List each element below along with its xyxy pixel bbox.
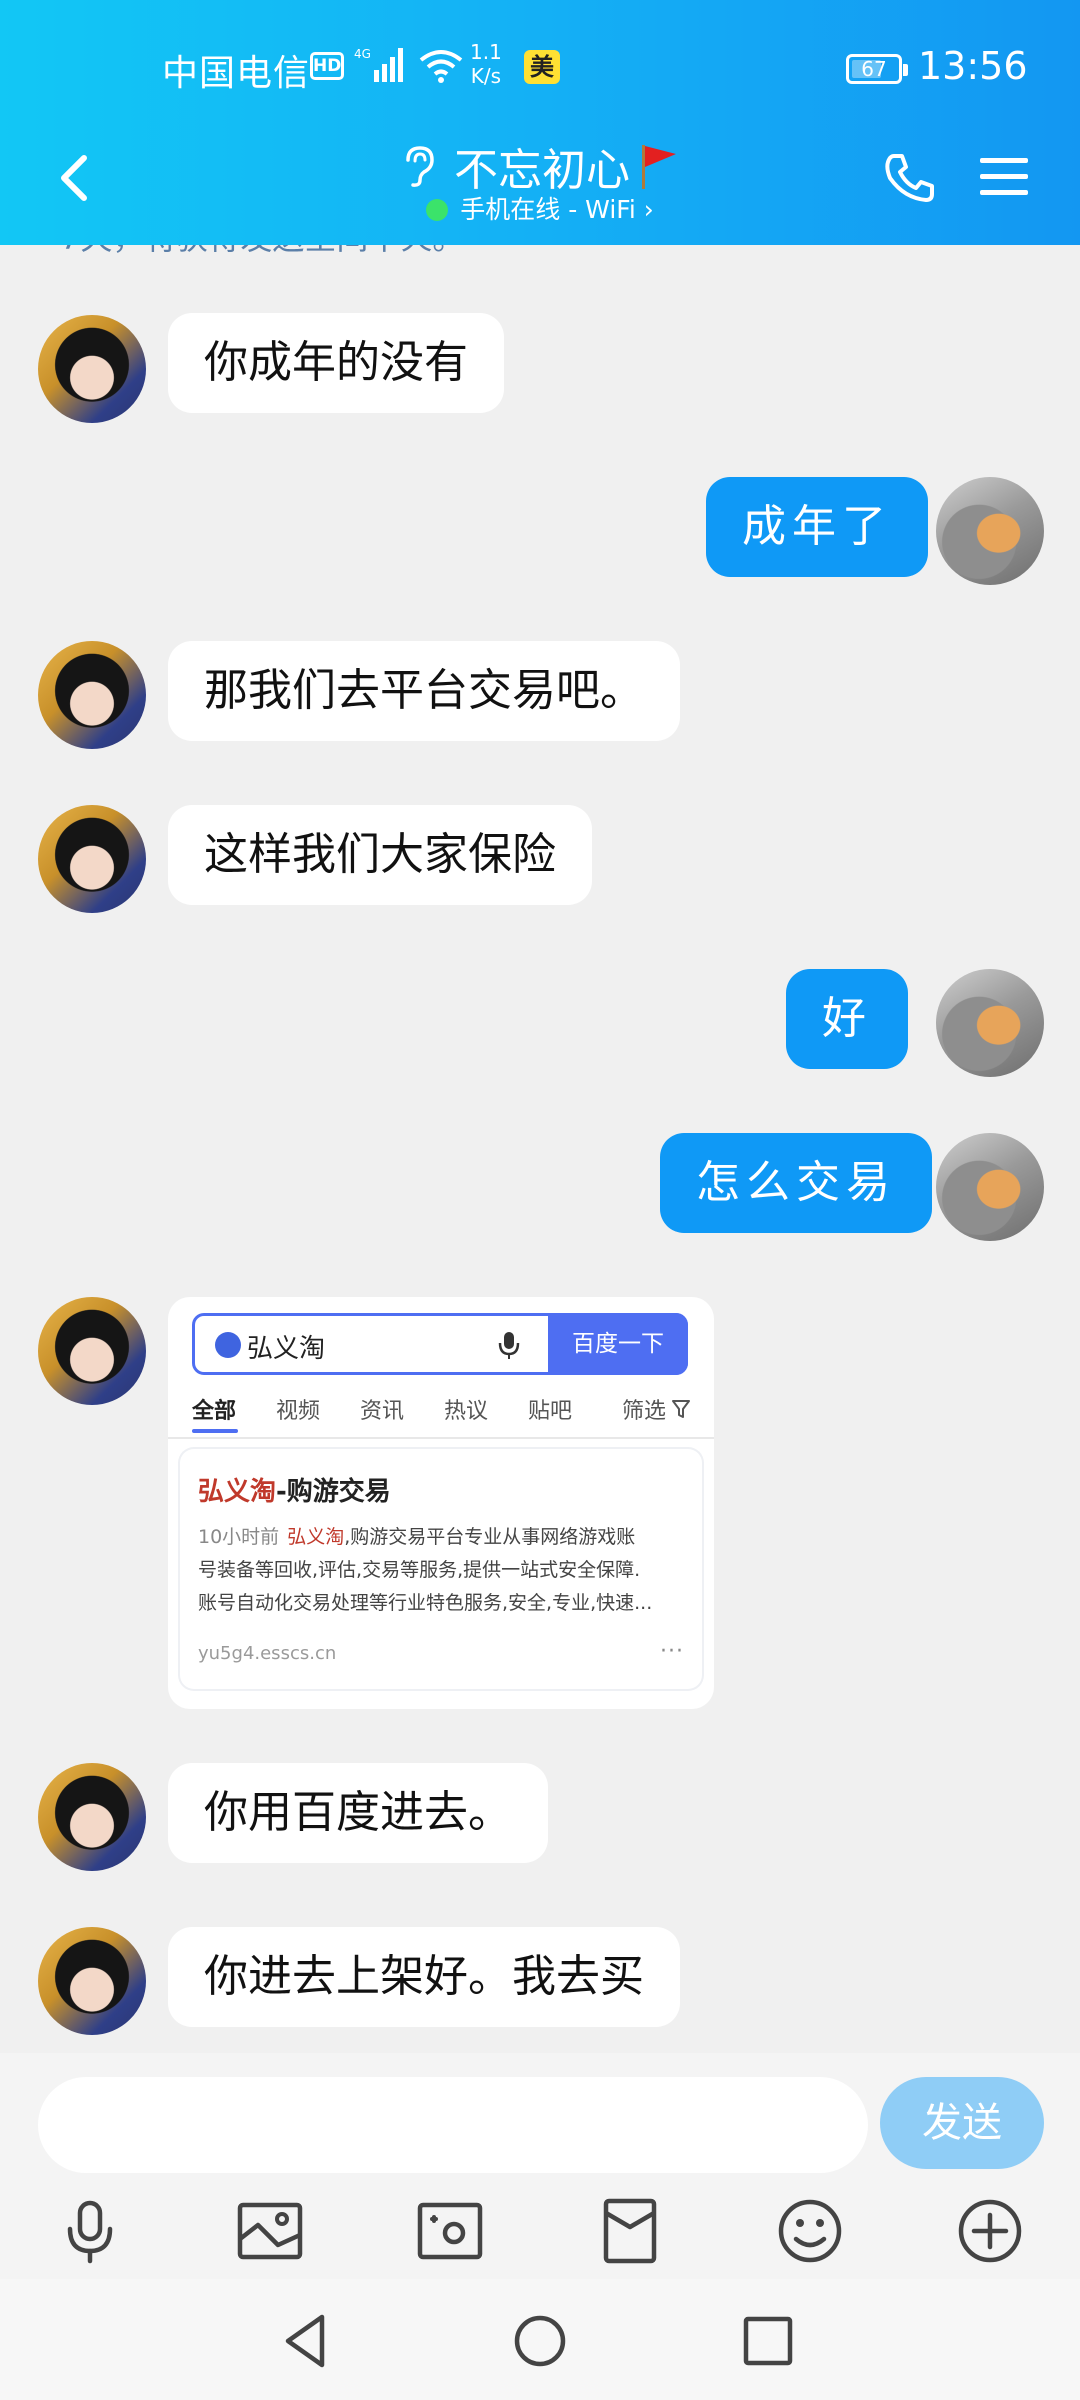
contact-avatar[interactable] [38, 1297, 146, 1405]
wifi-icon [419, 50, 463, 83]
contact-avatar[interactable] [38, 805, 146, 913]
tab-discussion: 热议 [444, 1399, 489, 1424]
tab-tieba: 贴吧 [528, 1399, 573, 1424]
divider [168, 1437, 714, 1439]
baidu-search-query: 弘义淘 [247, 1334, 326, 1364]
result-time: 10小时前 [198, 1526, 280, 1548]
message-bubble-incoming[interactable]: 你成年的没有 [168, 313, 504, 413]
chat-messages[interactable]: 7天，将获得发送空间中火。 你成年的没有 成年了 那我们去平台交易吧。 这样我们… [0, 245, 1080, 2053]
system-navigation-bar [0, 2279, 1080, 2400]
result-title-rest: -购游交易 [276, 1477, 391, 1507]
baidu-search-box: 弘义淘 百度一下 [192, 1313, 688, 1375]
hd-badge: HD [310, 52, 344, 80]
search-result-card: 弘义淘-购游交易 10小时前 弘义淘,购游交易平台专业从事网络游戏账 号装备等回收… [180, 1449, 702, 1689]
clock: 13:56 [918, 44, 1028, 88]
network-speed-unit: K/s [470, 64, 502, 88]
result-title-highlight: 弘义淘 [198, 1477, 277, 1507]
input-bar: 发送 [0, 2053, 1080, 2279]
filter-icon [672, 1400, 690, 1418]
message-bubble-outgoing[interactable]: 成年了 [706, 477, 928, 577]
tab-all: 全部 [192, 1399, 237, 1424]
contact-avatar[interactable] [38, 315, 146, 423]
chevron-right-icon: › [643, 195, 654, 224]
baidu-search-button: 百度一下 [548, 1313, 688, 1375]
emoji-icon[interactable] [774, 2195, 846, 2267]
tab-filter: 筛选 [622, 1399, 667, 1424]
red-packet-icon[interactable] [594, 2195, 666, 2267]
message-input[interactable] [38, 2077, 868, 2173]
result-line-1: ,购游交易平台专业从事网络游戏账 [344, 1526, 636, 1548]
nav-home-icon[interactable] [508, 2309, 572, 2373]
chat-header: 中国电信 HD 4G 1.1 K/s 美 67 13:56 不忘初心 手机在线 … [0, 0, 1080, 245]
message-bubble-incoming[interactable]: 这样我们大家保险 [168, 805, 592, 905]
result-highlight: 弘义淘 [287, 1526, 345, 1548]
tab-video: 视频 [276, 1399, 321, 1424]
network-speed-value: 1.1 [470, 40, 502, 64]
result-snippet: 10小时前 弘义淘,购游交易平台专业从事网络游戏账 号装备等回收,评估,交易等服务… [198, 1521, 688, 1620]
result-url: yu5g4.esscs.cn [198, 1643, 337, 1664]
carrier-name: 中国电信 [162, 53, 311, 94]
battery-icon: 67 [846, 54, 908, 84]
microphone-icon[interactable] [54, 2195, 126, 2267]
message-bubble-outgoing[interactable]: 好 [786, 969, 908, 1069]
active-tab-indicator [192, 1429, 238, 1433]
image-icon[interactable] [234, 2195, 306, 2267]
online-status-text: 手机在线 - WiFi [460, 195, 636, 224]
message-bubble-incoming[interactable]: 你用百度进去。 [168, 1763, 548, 1863]
message-bubble-incoming[interactable]: 你进去上架好。我去买 [168, 1927, 680, 2027]
result-line-2: 号装备等回收,评估,交易等服务,提供一站式安全保障. [198, 1559, 641, 1581]
result-line-3: 账号自动化交易处理等行业特色服务,安全,专业,快速... [198, 1592, 653, 1614]
camera-icon[interactable] [414, 2195, 486, 2267]
contact-avatar[interactable] [38, 1763, 146, 1871]
my-avatar[interactable] [936, 1133, 1044, 1241]
baidu-tabs: 全部 视频 资讯 热议 贴吧 筛选 [192, 1393, 692, 1433]
status-bar: 中国电信 HD 4G 1.1 K/s 美 67 13:56 [0, 0, 1080, 130]
baidu-logo-icon [215, 1332, 241, 1358]
svg-text:4G: 4G [354, 47, 371, 61]
red-flag-icon [642, 145, 676, 189]
online-dot-icon [426, 199, 449, 221]
contact-avatar[interactable] [38, 641, 146, 749]
send-button[interactable]: 发送 [880, 2077, 1044, 2169]
result-title: 弘义淘-购游交易 [198, 1471, 391, 1508]
ear-icon [406, 146, 434, 187]
nav-recents-icon[interactable] [736, 2309, 800, 2373]
nav-back-icon[interactable] [276, 2309, 340, 2373]
app-badge: 美 [524, 50, 560, 84]
menu-icon[interactable] [978, 152, 1030, 200]
tab-news: 资讯 [360, 1399, 405, 1424]
image-message[interactable]: 弘义淘 百度一下 全部 视频 资讯 热议 贴吧 筛选 弘义淘-购游交易 10小时… [168, 1297, 714, 1709]
message-bubble-outgoing[interactable]: 怎么交易 [660, 1133, 932, 1233]
more-icon: ··· [660, 1639, 684, 1664]
message-bubble-incoming[interactable]: 那我们去平台交易吧。 [168, 641, 680, 741]
system-notice: 7天，将获得发送空间中火。 [60, 245, 464, 259]
my-avatar[interactable] [936, 477, 1044, 585]
battery-level: 67 [861, 57, 887, 81]
network-speed: 1.1 K/s [470, 40, 502, 88]
microphone-icon [498, 1332, 520, 1359]
phone-icon[interactable] [882, 150, 938, 206]
signal-icon: 4G [354, 47, 403, 82]
chat-title: 不忘初心 [454, 145, 630, 196]
contact-avatar[interactable] [38, 1927, 146, 2035]
my-avatar[interactable] [936, 969, 1044, 1077]
plus-icon[interactable] [954, 2195, 1026, 2267]
